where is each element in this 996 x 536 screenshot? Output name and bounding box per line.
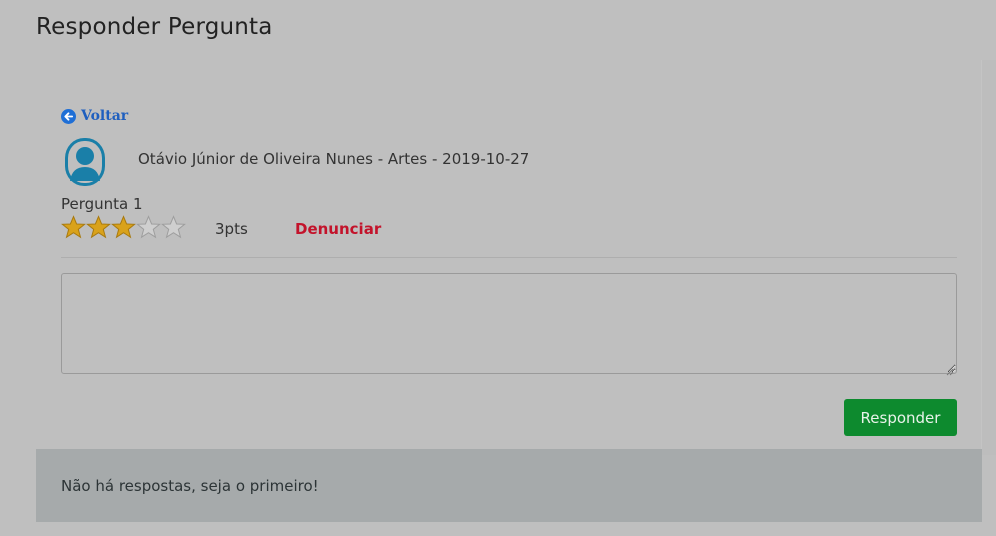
- question-label: Pergunta 1: [61, 195, 143, 213]
- star-empty-icon: [161, 215, 186, 239]
- star-empty-icon: [136, 215, 161, 239]
- report-link[interactable]: Denunciar: [295, 220, 381, 238]
- right-edge-shade: [981, 60, 996, 455]
- resize-grip-icon[interactable]: [944, 361, 954, 376]
- points-value: 3pts: [215, 220, 248, 238]
- empty-answers-message: Não há respostas, seja o primeiro!: [61, 477, 319, 495]
- question-author-line: Otávio Júnior de Oliveira Nunes - Artes …: [138, 150, 530, 168]
- user-avatar-icon: [64, 137, 106, 187]
- answers-empty-panel: Não há respostas, seja o primeiro!: [36, 449, 982, 522]
- star-filled-icon: [61, 215, 86, 239]
- divider: [61, 257, 957, 258]
- back-label: Voltar: [81, 108, 129, 124]
- back-link[interactable]: Voltar: [61, 108, 128, 124]
- rating-stars: [61, 215, 186, 240]
- star-filled-icon: [111, 215, 136, 239]
- page-title: Responder Pergunta: [36, 14, 273, 40]
- answer-textarea[interactable]: [61, 273, 957, 374]
- submit-answer-button[interactable]: Responder: [844, 399, 957, 436]
- arrow-circle-left-icon: [61, 108, 76, 124]
- star-filled-icon: [86, 215, 111, 239]
